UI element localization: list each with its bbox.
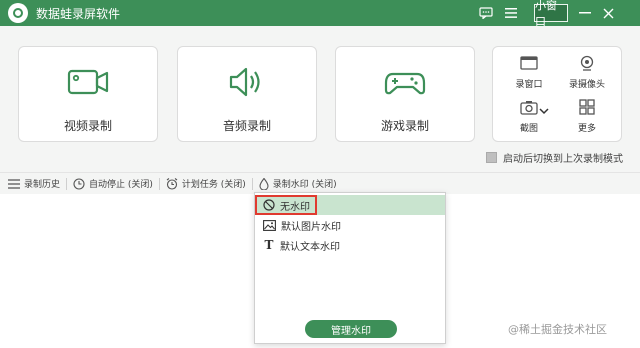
history-button[interactable]: 录制历史 — [8, 173, 60, 194]
speaker-icon — [229, 67, 260, 97]
record-window-button[interactable]: 录窗口 — [505, 53, 553, 93]
audio-record-label: 音频录制 — [222, 119, 271, 133]
record-window-label: 录窗口 — [515, 80, 543, 90]
mini-window-button[interactable]: 小窗口 — [534, 0, 568, 28]
more-button[interactable]: 更多 — [563, 97, 611, 137]
gamepad-icon — [384, 72, 426, 95]
app-logo — [8, 3, 28, 23]
schedule-label: 计划任务 (关闭) — [181, 180, 246, 190]
camera-icon — [520, 101, 538, 115]
clock-icon — [73, 177, 85, 190]
watermark-option-image-label: 默认图片水印 — [281, 221, 341, 233]
game-record-label: 游戏录制 — [380, 119, 429, 133]
schedule-button[interactable]: 计划任务 (关闭) — [166, 173, 246, 194]
startup-option-row[interactable]: 启动后切换到上次录制模式 — [486, 150, 623, 165]
grid-icon — [579, 99, 595, 115]
minimize-icon[interactable] — [578, 3, 592, 23]
tools-panel: 录窗口 录摄像头 截图 更多 — [492, 46, 622, 142]
title-bar: 数据蛙录屏软件 小窗口 — [0, 0, 640, 28]
auto-stop-label: 自动停止 (关闭) — [89, 180, 153, 190]
image-icon — [263, 219, 276, 231]
menu-icon[interactable] — [504, 3, 518, 23]
manage-watermark-button[interactable]: 管理水印 — [305, 320, 397, 338]
drop-icon — [259, 177, 269, 190]
video-camera-icon — [67, 69, 109, 95]
record-webcam-button[interactable]: 录摄像头 — [563, 53, 611, 93]
auto-stop-button[interactable]: 自动停止 (关闭) — [73, 173, 153, 194]
startup-option-checkbox[interactable] — [486, 151, 497, 163]
video-record-card[interactable]: 视频录制 — [18, 46, 158, 142]
selection-highlight — [255, 195, 317, 215]
history-label: 录制历史 — [24, 180, 61, 190]
close-icon[interactable] — [600, 3, 616, 23]
list-icon — [8, 178, 20, 189]
divider — [158, 177, 160, 190]
watermark-option-image[interactable]: 默认图片水印 — [255, 215, 445, 235]
audio-record-card[interactable]: 音频录制 — [177, 46, 317, 142]
divider — [251, 177, 253, 190]
game-record-card[interactable]: 游戏录制 — [335, 46, 475, 142]
watermark-option-none[interactable]: 无水印 — [255, 195, 445, 215]
divider — [66, 177, 68, 190]
webcam-icon — [580, 55, 594, 71]
watermark-button[interactable]: 录制水印 (关闭) — [259, 173, 337, 194]
status-bar: 录制历史 自动停止 (关闭) 计划任务 (关闭) 录制水印 (关闭) — [0, 172, 640, 194]
main-panel: 视频录制 音频录制 游戏录制 录窗口 录摄像头 截图 更多 启动后切换到上次录制… — [0, 26, 640, 192]
record-webcam-label: 录摄像头 — [568, 80, 605, 90]
page-watermark: @稀土掘金技术社区 — [508, 323, 607, 336]
feedback-icon[interactable] — [478, 3, 494, 23]
video-record-label: 视频录制 — [63, 119, 112, 133]
watermark-option-text[interactable]: T 默认文本水印 — [255, 235, 445, 255]
startup-option-label: 启动后切换到上次录制模式 — [503, 153, 623, 165]
chevron-down-icon[interactable] — [539, 107, 549, 118]
alarm-clock-icon — [166, 177, 178, 190]
watermark-dropdown: 无水印 默认图片水印 T 默认文本水印 管理水印 — [254, 192, 446, 344]
window-icon — [520, 56, 538, 70]
app-title: 数据蛙录屏软件 — [36, 7, 121, 21]
screenshot-label: 截图 — [519, 124, 538, 134]
text-icon: T — [264, 238, 274, 252]
watermark-option-text-label: 默认文本水印 — [280, 241, 340, 253]
watermark-status-label: 录制水印 (关闭) — [272, 180, 337, 190]
more-label: 更多 — [577, 124, 596, 134]
